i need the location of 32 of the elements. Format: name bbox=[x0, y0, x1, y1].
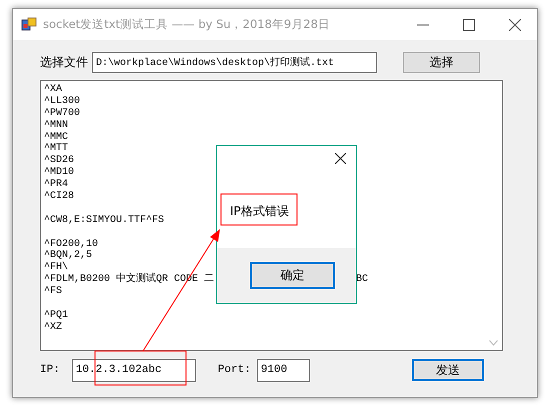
port-label: Port: bbox=[218, 364, 251, 376]
code-line: ^PQ1 bbox=[44, 310, 68, 321]
file-path-field[interactable]: D:\workplace\Windows\desktop\打印测试.txt bbox=[92, 52, 377, 72]
choose-button[interactable]: 选择 bbox=[403, 52, 480, 72]
code-line: BC bbox=[356, 274, 368, 286]
port-field[interactable]: 9100 bbox=[256, 358, 310, 382]
code-line: ^FO200,10 bbox=[44, 238, 98, 250]
file-label: 选择文件 bbox=[40, 54, 88, 70]
code-line: ^XA bbox=[44, 84, 62, 95]
error-message: IP格式错误 bbox=[230, 203, 289, 220]
code-line: ^CI28 bbox=[44, 191, 74, 202]
app-icon bbox=[21, 16, 37, 32]
ip-label: IP: bbox=[40, 364, 60, 376]
ok-button[interactable]: 确定 bbox=[250, 262, 335, 289]
code-line: ^CW8,E:SIMYOU.TTF^FS bbox=[44, 214, 164, 226]
close-icon[interactable] bbox=[509, 18, 521, 30]
code-line: ^FH\ bbox=[44, 262, 68, 274]
code-line: ^PR4 bbox=[44, 179, 68, 190]
send-button[interactable]: 发送 bbox=[412, 359, 484, 381]
code-line: ^SD26 bbox=[44, 155, 74, 166]
maximize-icon[interactable] bbox=[463, 18, 475, 30]
code-line: ^PW700 bbox=[44, 108, 80, 119]
code-line: ^MMC bbox=[44, 132, 68, 143]
code-line: ^BQN,2,5 bbox=[44, 250, 92, 262]
code-line: ^MTT bbox=[44, 143, 68, 154]
code-line: ^MD10 bbox=[44, 167, 74, 178]
code-line: ^MNN bbox=[44, 120, 68, 131]
code-line: ^LL300 bbox=[44, 96, 80, 107]
code-line: ^XZ bbox=[44, 322, 62, 333]
window-title: socket发送txt测试工具 —— by Su，2018年9月28日 bbox=[43, 17, 330, 32]
code-line: ^FS bbox=[44, 286, 62, 298]
close-icon[interactable] bbox=[335, 153, 346, 164]
